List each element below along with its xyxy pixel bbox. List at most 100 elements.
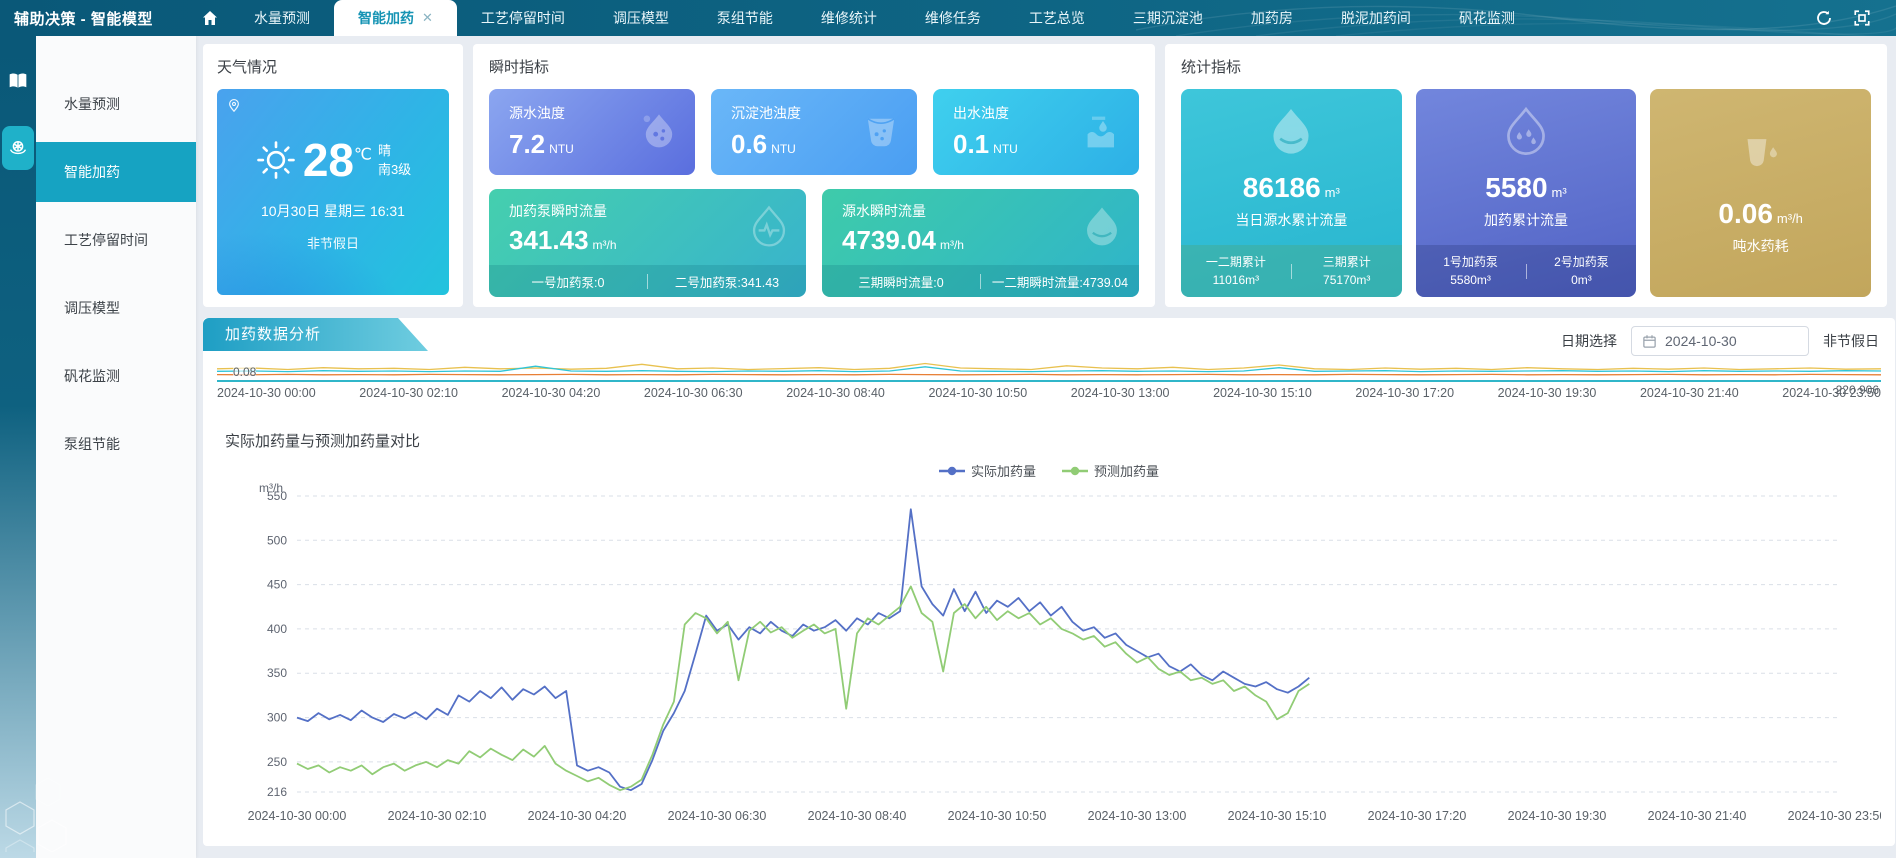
refresh-button[interactable] [1814, 8, 1834, 28]
tab-工艺总览[interactable]: 工艺总览 [1005, 0, 1109, 36]
stat-sub-left: 一二期累计11016m³ [1181, 253, 1291, 289]
tab-工艺停留时间[interactable]: 工艺停留时间 [457, 0, 589, 36]
sidebar-item-工艺停留时间[interactable]: 工艺停留时间 [36, 210, 196, 270]
svg-text:2024-10-30 08:40: 2024-10-30 08:40 [808, 809, 907, 823]
holiday-indicator: 非节假日 [1823, 331, 1879, 351]
date-picker-input[interactable]: 2024-10-30 [1631, 326, 1809, 356]
weather-card: 28℃ 晴 南3级 10月30日 星期三 16:31 非节假日 [217, 89, 449, 295]
time-tick-label: 2024-10-30 13:00 [1071, 386, 1170, 400]
tab-label: 智能加药 [358, 8, 414, 28]
metric-card-出水浊度: 出水浊度0.1NTU [933, 89, 1139, 175]
svg-text:400: 400 [267, 622, 287, 636]
svg-text:216: 216 [267, 785, 287, 799]
refresh-icon [1815, 9, 1833, 27]
model-rail-button[interactable] [2, 126, 34, 170]
tab-label: 矾花监测 [1459, 8, 1515, 28]
legend-item-实际加药量[interactable]: 实际加药量 [939, 461, 1036, 480]
svg-text:250: 250 [267, 755, 287, 769]
weather-panel-title: 天气情况 [217, 56, 449, 77]
time-tick-label: 2024-10-30 21:40 [1640, 386, 1739, 400]
overview-time-labels: 2024-10-30 00:002024-10-30 02:102024-10-… [217, 386, 1881, 400]
turbidity-cards: 源水浊度7.2NTU沉淀池浊度0.6NTU出水浊度0.1NTU [489, 89, 1139, 175]
stat-value: 86186m³ [1243, 174, 1340, 202]
droplet-drops-icon [1499, 105, 1553, 159]
book-icon [8, 72, 28, 90]
home-button[interactable] [190, 0, 230, 36]
book-rail-button[interactable] [0, 64, 36, 98]
fullscreen-button[interactable] [1852, 8, 1872, 28]
top-header: 辅助决策 - 智能模型 水量预测智能加药✕工艺停留时间调压模型泵组节能维修统计维… [0, 0, 1896, 36]
sun-icon [255, 139, 297, 181]
calendar-icon [1642, 334, 1657, 349]
tab-close-icon[interactable]: ✕ [422, 10, 433, 26]
home-icon [202, 10, 218, 26]
flow-card-源水瞬时流量: 源水瞬时流量4739.04m³/h三期瞬时流量:0一二期瞬时流量:4739.04 [822, 189, 1139, 297]
beaker-icon [859, 110, 903, 154]
droplet-pulse-icon [746, 204, 792, 250]
tab-矾花监测[interactable]: 矾花监测 [1435, 0, 1539, 36]
metric-card-源水浊度: 源水浊度7.2NTU [489, 89, 695, 175]
tab-水量预测[interactable]: 水量预测 [230, 0, 334, 36]
tab-智能加药[interactable]: 智能加药 ✕ [334, 0, 457, 36]
tab-泵组节能[interactable]: 泵组节能 [693, 0, 797, 36]
flow-card-加药泵瞬时流量: 加药泵瞬时流量341.43m³/h一号加药泵:0二号加药泵:341.43 [489, 189, 806, 297]
time-tick-label: 2024-10-30 10:50 [928, 386, 1027, 400]
flow-cards: 加药泵瞬时流量341.43m³/h一号加药泵:0二号加药泵:341.43源水瞬时… [489, 189, 1139, 297]
chart-legend: 实际加药量 预测加药量 [203, 461, 1895, 480]
icon-rail [0, 36, 36, 858]
weather-panel: 天气情况 28℃ 晴 南3级 10月30日 星期三 16:31 [203, 44, 463, 307]
stat-label: 加药累计流量 [1484, 210, 1568, 230]
svg-text:2024-10-30 04:20: 2024-10-30 04:20 [528, 809, 627, 823]
stat-sub-right: 三期累计75170m³ [1292, 253, 1402, 289]
tab-label: 泵组节能 [717, 8, 773, 28]
tab-label: 工艺停留时间 [481, 8, 565, 28]
weather-condition: 晴 南3级 [378, 141, 411, 180]
tab-维修任务[interactable]: 维修任务 [901, 0, 1005, 36]
svg-text:300: 300 [267, 711, 287, 725]
svg-text:2024-10-30 02:10: 2024-10-30 02:10 [388, 809, 487, 823]
stats-panel: 统计指标 86186m³当日源水累计流量一二期累计11016m³三期累计7517… [1165, 44, 1887, 307]
overview-min-label: 0.08 [233, 365, 256, 379]
sidebar-item-水量预测[interactable]: 水量预测 [36, 74, 196, 134]
legend-item-预测加药量[interactable]: 预测加药量 [1062, 461, 1159, 480]
weather-date: 10月30日 星期三 16:31 [217, 201, 449, 221]
date-select-label: 日期选择 [1561, 331, 1617, 351]
svg-text:2024-10-30 17:20: 2024-10-30 17:20 [1368, 809, 1467, 823]
data-zoom-strip[interactable]: 0.08 220.906 [217, 360, 1881, 382]
sidebar-item-泵组节能[interactable]: 泵组节能 [36, 414, 196, 474]
svg-text:350: 350 [267, 666, 287, 680]
instant-panel-title: 瞬时指标 [489, 56, 1139, 77]
flow-sub-right: 二号加药泵:341.43 [648, 272, 806, 291]
stat-card-当日源水累计流量: 86186m³当日源水累计流量一二期累计11016m³三期累计75170m³ [1181, 89, 1402, 297]
sidebar-item-调压模型[interactable]: 调压模型 [36, 278, 196, 338]
stat-card-footer: 1号加药泵5580m³2号加药泵0m³ [1416, 245, 1637, 297]
legend-label: 预测加药量 [1094, 461, 1159, 480]
tab-维修统计[interactable]: 维修统计 [797, 0, 901, 36]
tab-加药房[interactable]: 加药房 [1227, 0, 1317, 36]
svg-text:2024-10-30 06:30: 2024-10-30 06:30 [668, 809, 767, 823]
tab-三期沉淀池[interactable]: 三期沉淀池 [1109, 0, 1227, 36]
droplet-icon [1079, 204, 1125, 250]
tab-调压模型[interactable]: 调压模型 [589, 0, 693, 36]
water-wave-icon [1081, 110, 1125, 154]
sidebar-item-智能加药[interactable]: 智能加药 [36, 142, 196, 202]
stat-cards: 86186m³当日源水累计流量一二期累计11016m³三期累计75170m³ 55… [1181, 89, 1871, 297]
legend-marker-icon [939, 466, 965, 476]
weather-holiday: 非节假日 [217, 233, 449, 252]
date-value: 2024-10-30 [1665, 333, 1737, 349]
analysis-tab: 加药数据分析 [203, 318, 428, 351]
flow-sub-left: 三期瞬时流量:0 [822, 272, 980, 291]
tab-label: 脱泥加药间 [1341, 8, 1411, 28]
location-pin-icon [227, 99, 241, 113]
overview-max-label: 220.906 [1836, 383, 1879, 397]
sidebar-item-矾花监测[interactable]: 矾花监测 [36, 346, 196, 406]
stat-sub-right: 2号加药泵0m³ [1527, 253, 1637, 289]
instant-metrics-panel: 瞬时指标 源水浊度7.2NTU沉淀池浊度0.6NTU出水浊度0.1NTU 加药泵… [473, 44, 1155, 307]
svg-text:550: 550 [267, 489, 287, 503]
flow-sub-right: 一二期瞬时流量:4739.04 [981, 272, 1139, 291]
tab-label: 工艺总览 [1029, 8, 1085, 28]
stat-value: 5580m³ [1485, 174, 1566, 202]
tab-脱泥加药间[interactable]: 脱泥加药间 [1317, 0, 1435, 36]
comparison-chart: m³/h5505004504003503002502162024-10-30 0… [217, 482, 1881, 837]
cube-model-icon [8, 138, 28, 158]
